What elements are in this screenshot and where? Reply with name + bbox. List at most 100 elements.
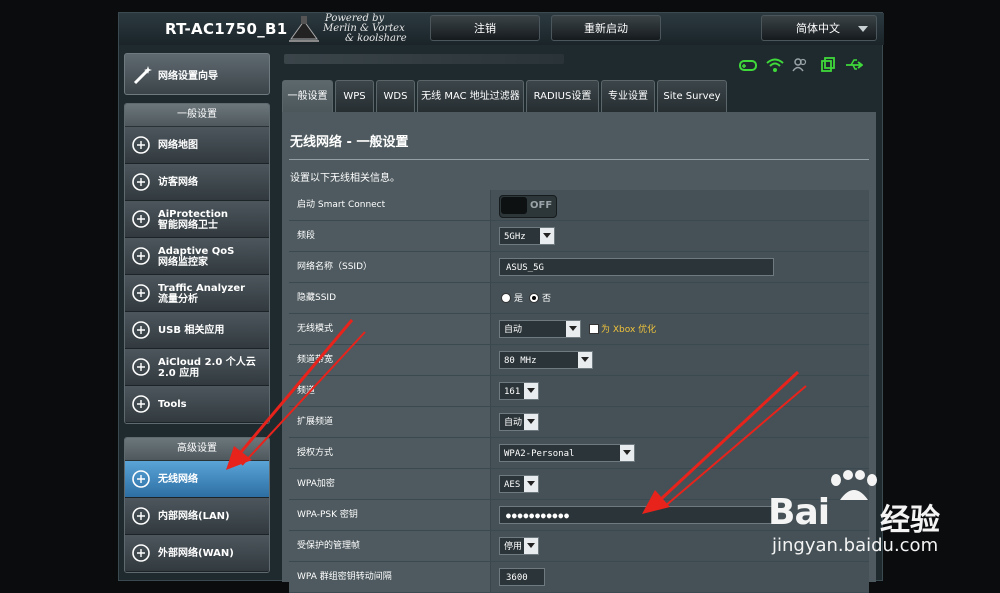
sidebar-item-label: Tools bbox=[158, 386, 187, 423]
auth-method-select[interactable]: WPA2-Personal bbox=[499, 444, 635, 462]
reboot-button[interactable]: 重新启动 bbox=[551, 15, 661, 41]
ssid-label: 网络名称（SSID） bbox=[289, 252, 491, 282]
ssid-input[interactable]: ASUS_5G bbox=[499, 258, 774, 276]
channel-cell: 161 bbox=[491, 376, 869, 406]
hide-ssid-yes-label: 是 bbox=[514, 294, 524, 304]
hide-ssid-cell: 是 否 bbox=[491, 283, 869, 313]
band-select[interactable]: 5GHz bbox=[499, 227, 555, 245]
wireless-mode-value: 自动 bbox=[504, 325, 523, 335]
sidebar-item[interactable]: 无线网络 bbox=[125, 461, 269, 498]
row-wireless-mode: 无线模式 自动 为 Xbox 优化 bbox=[289, 314, 869, 345]
sidebar-item[interactable]: 外部网络(WAN) bbox=[125, 535, 269, 572]
tab-item[interactable]: Site Survey bbox=[657, 80, 727, 112]
quick-setup-button[interactable]: 网络设置向导 bbox=[124, 53, 270, 95]
logout-button[interactable]: 注销 bbox=[430, 15, 540, 41]
firmware-status-strip bbox=[284, 54, 564, 64]
usb-icon[interactable] bbox=[845, 57, 863, 73]
gamepad-icon[interactable] bbox=[739, 57, 757, 73]
wpa-encryption-label: WPA加密 bbox=[289, 469, 491, 499]
chevron-down-icon bbox=[620, 445, 634, 461]
top-header: RT-AC1750_B1 Powered by Merlin & Vortex … bbox=[119, 13, 884, 45]
sidebar-item[interactable]: 访客网络 bbox=[125, 164, 269, 201]
sidebar-item[interactable]: AiCloud 2.0 个人云 2.0 应用 bbox=[125, 349, 269, 386]
sidebar-item[interactable]: 网络地图 bbox=[125, 127, 269, 164]
watermark-brand-cn: 经验 bbox=[880, 503, 940, 538]
label-line-1: Tools bbox=[158, 399, 187, 410]
pmf-label: 受保护的管理帧 bbox=[289, 531, 491, 561]
channel-label: 频道 bbox=[289, 376, 491, 406]
sidebar-item-label: USB 相关应用 bbox=[158, 312, 224, 349]
group-key-input[interactable]: 3600 bbox=[499, 568, 545, 586]
sidebar-item[interactable]: Adaptive QoS 网络监控家 bbox=[125, 238, 269, 275]
language-select[interactable]: 简体中文 bbox=[761, 15, 877, 41]
wand-icon bbox=[133, 66, 152, 85]
bandwidth-cell: 80 MHz bbox=[491, 345, 869, 375]
menu-item-icon bbox=[132, 507, 150, 525]
menu-item-icon bbox=[132, 173, 150, 191]
chevron-down-icon bbox=[524, 476, 538, 492]
menu-item-icon bbox=[132, 247, 150, 265]
group-key-cell: 3600 bbox=[491, 562, 869, 592]
paw-logo-icon bbox=[831, 470, 877, 500]
group-key-label: WPA 群组密钥转动间隔 bbox=[289, 562, 491, 592]
row-smart-connect: 启动 Smart Connect OFF bbox=[289, 190, 869, 221]
sidebar-item-label: 内部网络(LAN) bbox=[158, 498, 230, 535]
tab-item[interactable]: 一般设置 bbox=[282, 80, 333, 112]
sidebar-item-label: AiProtection 智能网络卫士 bbox=[158, 201, 228, 238]
sidebar-item[interactable]: Traffic Analyzer 流量分析 bbox=[125, 275, 269, 312]
sidebar-item[interactable]: AiProtection 智能网络卫士 bbox=[125, 201, 269, 238]
hide-ssid-no-label: 否 bbox=[542, 294, 552, 304]
advanced-settings-menu: 高级设置 无线网络 内部网络(LAN) 外部网络(WAN) bbox=[124, 437, 270, 573]
menu-item-icon bbox=[132, 210, 150, 228]
powered-line-3: & koolshare bbox=[345, 33, 407, 44]
sidebar-item[interactable]: 内部网络(LAN) bbox=[125, 498, 269, 535]
wpa-encryption-value: AES bbox=[504, 480, 521, 490]
hide-ssid-label: 隐藏SSID bbox=[289, 283, 491, 313]
label-line-1: AiProtection bbox=[158, 208, 228, 220]
tab-item[interactable]: WPS bbox=[335, 80, 374, 112]
xbox-optimize-checkbox[interactable] bbox=[589, 324, 599, 334]
menu-item-icon bbox=[132, 321, 150, 339]
ext-channel-select[interactable]: 自动 bbox=[499, 413, 539, 431]
sidebar-item-label: Adaptive QoS 网络监控家 bbox=[158, 238, 234, 275]
hide-ssid-no-radio[interactable] bbox=[529, 293, 539, 303]
quick-setup-label: 网络设置向导 bbox=[158, 71, 218, 82]
menu-item-icon bbox=[132, 470, 150, 488]
tab-item[interactable]: RADIUS设置 bbox=[526, 80, 599, 112]
chevron-down-icon bbox=[524, 383, 538, 399]
ext-channel-cell: 自动 bbox=[491, 407, 869, 437]
label-line-2: 网络监控家 bbox=[158, 256, 208, 268]
tab-item[interactable]: 无线 MAC 地址过滤器 bbox=[417, 80, 524, 112]
sidebar-item[interactable]: Tools bbox=[125, 386, 269, 423]
menu-item-icon bbox=[132, 358, 150, 376]
wifi-icon[interactable] bbox=[766, 57, 784, 73]
tab-item[interactable]: 专业设置 bbox=[601, 80, 655, 112]
copy-icon[interactable] bbox=[819, 57, 837, 73]
channel-value: 161 bbox=[504, 387, 521, 397]
label-line-1: 无线网络 bbox=[158, 474, 198, 485]
ext-channel-value: 自动 bbox=[504, 418, 523, 428]
channel-select[interactable]: 161 bbox=[499, 382, 539, 400]
smart-connect-toggle[interactable]: OFF bbox=[499, 195, 557, 218]
hide-ssid-yes-radio[interactable] bbox=[501, 293, 511, 303]
label-line-1: AiCloud 2.0 个人云 bbox=[158, 356, 256, 368]
row-channel: 频道 161 bbox=[289, 376, 869, 407]
label-line-2: 流量分析 bbox=[158, 293, 198, 305]
tab-item[interactable]: WDS bbox=[376, 80, 415, 112]
label-line-1: 网络地图 bbox=[158, 140, 198, 151]
bandwidth-select[interactable]: 80 MHz bbox=[499, 351, 593, 369]
title-divider bbox=[289, 159, 869, 160]
toggle-state: OFF bbox=[530, 200, 553, 211]
wireless-mode-select[interactable]: 自动 bbox=[499, 320, 581, 338]
pmf-select[interactable]: 停用 bbox=[499, 537, 539, 555]
sidebar-item[interactable]: USB 相关应用 bbox=[125, 312, 269, 349]
users-icon[interactable] bbox=[791, 57, 809, 73]
row-auth-method: 授权方式 WPA2-Personal bbox=[289, 438, 869, 469]
pmf-value: 停用 bbox=[504, 542, 523, 552]
label-line-1: Traffic Analyzer bbox=[158, 282, 246, 294]
wpa-encryption-select[interactable]: AES bbox=[499, 475, 539, 493]
bandwidth-label: 频道带宽 bbox=[289, 345, 491, 375]
chevron-down-icon bbox=[858, 26, 868, 32]
psk-input[interactable]: ●●●●●●●●●●● bbox=[499, 506, 774, 524]
wireless-mode-cell: 自动 为 Xbox 优化 bbox=[491, 314, 869, 344]
